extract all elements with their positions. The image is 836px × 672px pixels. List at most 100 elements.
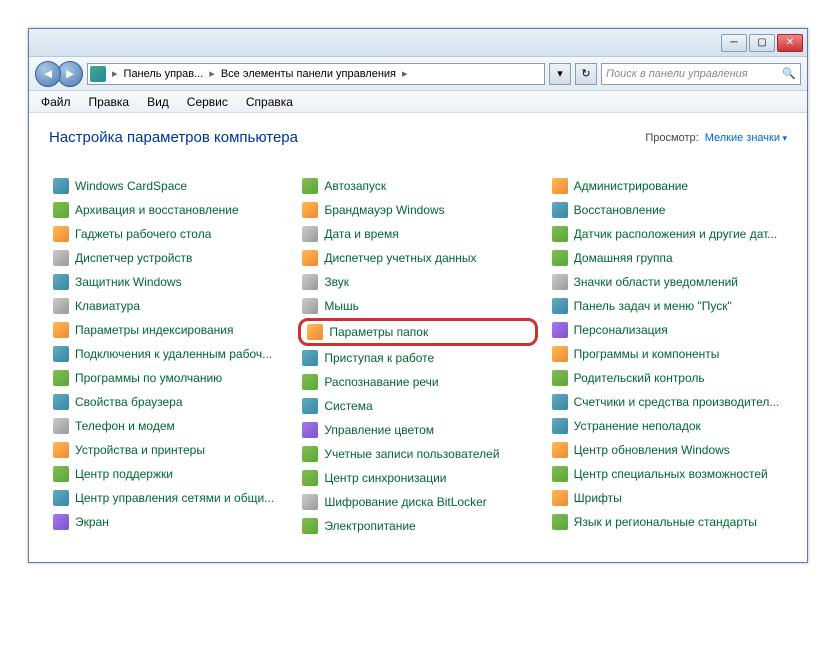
- item-label: Центр специальных возможностей: [574, 467, 768, 481]
- menu-help[interactable]: Справка: [238, 93, 301, 111]
- items-grid: Windows CardSpace Архивация и восстановле…: [49, 174, 787, 538]
- item-label: Брандмауэр Windows: [324, 203, 444, 217]
- control-panel-item[interactable]: Приступая к работе: [298, 346, 537, 370]
- search-input[interactable]: Поиск в панели управления 🔍: [601, 63, 801, 85]
- control-panel-item[interactable]: Центр специальных возможностей: [548, 462, 787, 486]
- control-panel-item[interactable]: Восстановление: [548, 198, 787, 222]
- menu-edit[interactable]: Правка: [81, 93, 138, 111]
- control-panel-item[interactable]: Родительский контроль: [548, 366, 787, 390]
- control-panel-item[interactable]: Домашняя группа: [548, 246, 787, 270]
- view-mode-dropdown[interactable]: Мелкие значки: [705, 132, 787, 144]
- control-panel-item[interactable]: Администрирование: [548, 174, 787, 198]
- control-panel-item[interactable]: Учетные записи пользователей: [298, 442, 537, 466]
- column-1: Windows CardSpace Архивация и восстановле…: [49, 174, 288, 538]
- control-panel-item[interactable]: Свойства браузера: [49, 390, 288, 414]
- back-button[interactable]: ◄: [35, 61, 61, 87]
- minimize-button[interactable]: ─: [721, 34, 747, 52]
- item-label: Система: [324, 399, 372, 413]
- control-panel-item[interactable]: Система: [298, 394, 537, 418]
- item-icon: [302, 518, 318, 534]
- maximize-button[interactable]: ▢: [749, 34, 775, 52]
- column-2: Автозапуск Брандмауэр Windows Дата и время…: [298, 174, 537, 538]
- breadcrumb-seg1[interactable]: Панель управ...: [120, 64, 208, 84]
- control-panel-item[interactable]: Устранение неполадок: [548, 414, 787, 438]
- breadcrumb-seg2[interactable]: Все элементы панели управления: [217, 64, 400, 84]
- control-panel-item[interactable]: Звук: [298, 270, 537, 294]
- item-icon: [552, 418, 568, 434]
- item-label: Клавиатура: [75, 299, 140, 313]
- control-panel-item[interactable]: Программы и компоненты: [548, 342, 787, 366]
- control-panel-item[interactable]: Защитник Windows: [49, 270, 288, 294]
- item-label: Центр управления сетями и общи...: [75, 491, 274, 505]
- item-icon: [307, 324, 323, 340]
- chevron-right-icon: ▸: [400, 67, 410, 80]
- search-icon: 🔍: [782, 67, 796, 80]
- item-icon: [302, 250, 318, 266]
- item-icon: [53, 442, 69, 458]
- item-label: Свойства браузера: [75, 395, 183, 409]
- control-panel-item[interactable]: Устройства и принтеры: [49, 438, 288, 462]
- control-panel-item[interactable]: Центр обновления Windows: [548, 438, 787, 462]
- control-panel-item[interactable]: Автозапуск: [298, 174, 537, 198]
- control-panel-item[interactable]: Диспетчер учетных данных: [298, 246, 537, 270]
- item-icon: [552, 250, 568, 266]
- control-panel-item[interactable]: Управление цветом: [298, 418, 537, 442]
- control-panel-item[interactable]: Мышь: [298, 294, 537, 318]
- address-dropdown[interactable]: ▾: [549, 63, 571, 85]
- menu-view[interactable]: Вид: [139, 93, 177, 111]
- item-icon: [552, 322, 568, 338]
- control-panel-item[interactable]: Подключения к удаленным рабоч...: [49, 342, 288, 366]
- control-panel-item[interactable]: Архивация и восстановление: [49, 198, 288, 222]
- close-button[interactable]: ✕: [777, 34, 803, 52]
- item-label: Значки области уведомлений: [574, 275, 738, 289]
- control-panel-item[interactable]: Параметры индексирования: [49, 318, 288, 342]
- control-panel-item[interactable]: Гаджеты рабочего стола: [49, 222, 288, 246]
- item-label: Устранение неполадок: [574, 419, 701, 433]
- item-icon: [552, 466, 568, 482]
- item-icon: [53, 370, 69, 386]
- control-panel-item[interactable]: Язык и региональные стандарты: [548, 510, 787, 534]
- control-panel-item[interactable]: Электропитание: [298, 514, 537, 538]
- control-panel-item[interactable]: Панель задач и меню "Пуск": [548, 294, 787, 318]
- control-panel-item[interactable]: Датчик расположения и другие дат...: [548, 222, 787, 246]
- item-label: Программы и компоненты: [574, 347, 720, 361]
- item-label: Архивация и восстановление: [75, 203, 239, 217]
- item-icon: [302, 274, 318, 290]
- menu-service[interactable]: Сервис: [179, 93, 236, 111]
- control-panel-item[interactable]: Центр синхронизации: [298, 466, 537, 490]
- control-panel-item[interactable]: Телефон и модем: [49, 414, 288, 438]
- control-panel-item[interactable]: Параметры папок: [298, 318, 537, 346]
- control-panel-item[interactable]: Брандмауэр Windows: [298, 198, 537, 222]
- item-icon: [302, 422, 318, 438]
- item-label: Центр поддержки: [75, 467, 173, 481]
- item-label: Диспетчер учетных данных: [324, 251, 476, 265]
- item-icon: [302, 350, 318, 366]
- item-label: Счетчики и средства производител...: [574, 395, 780, 409]
- control-panel-item[interactable]: Шрифты: [548, 486, 787, 510]
- menu-file[interactable]: Файл: [33, 93, 79, 111]
- control-panel-item[interactable]: Программы по умолчанию: [49, 366, 288, 390]
- nav-buttons: ◄ ►: [35, 61, 83, 87]
- item-icon: [53, 418, 69, 434]
- address-bar[interactable]: ▸ Панель управ... ▸ Все элементы панели …: [87, 63, 545, 85]
- control-panel-item[interactable]: Шифрование диска BitLocker: [298, 490, 537, 514]
- control-panel-item[interactable]: Центр управления сетями и общи...: [49, 486, 288, 510]
- control-panel-item[interactable]: Дата и время: [298, 222, 537, 246]
- control-panel-item[interactable]: Центр поддержки: [49, 462, 288, 486]
- control-panel-item[interactable]: Значки области уведомлений: [548, 270, 787, 294]
- item-icon: [53, 178, 69, 194]
- control-panel-item[interactable]: Диспетчер устройств: [49, 246, 288, 270]
- page-title: Настройка параметров компьютера: [49, 129, 645, 146]
- control-panel-item[interactable]: Windows CardSpace: [49, 174, 288, 198]
- control-panel-item[interactable]: Распознавание речи: [298, 370, 537, 394]
- control-panel-item[interactable]: Персонализация: [548, 318, 787, 342]
- refresh-button[interactable]: ↻: [575, 63, 597, 85]
- item-icon: [552, 370, 568, 386]
- control-panel-item[interactable]: Клавиатура: [49, 294, 288, 318]
- item-icon: [302, 446, 318, 462]
- item-label: Персонализация: [574, 323, 668, 337]
- item-icon: [302, 202, 318, 218]
- control-panel-item[interactable]: Счетчики и средства производител...: [548, 390, 787, 414]
- view-by-label: Просмотр:: [645, 132, 698, 144]
- control-panel-item[interactable]: Экран: [49, 510, 288, 534]
